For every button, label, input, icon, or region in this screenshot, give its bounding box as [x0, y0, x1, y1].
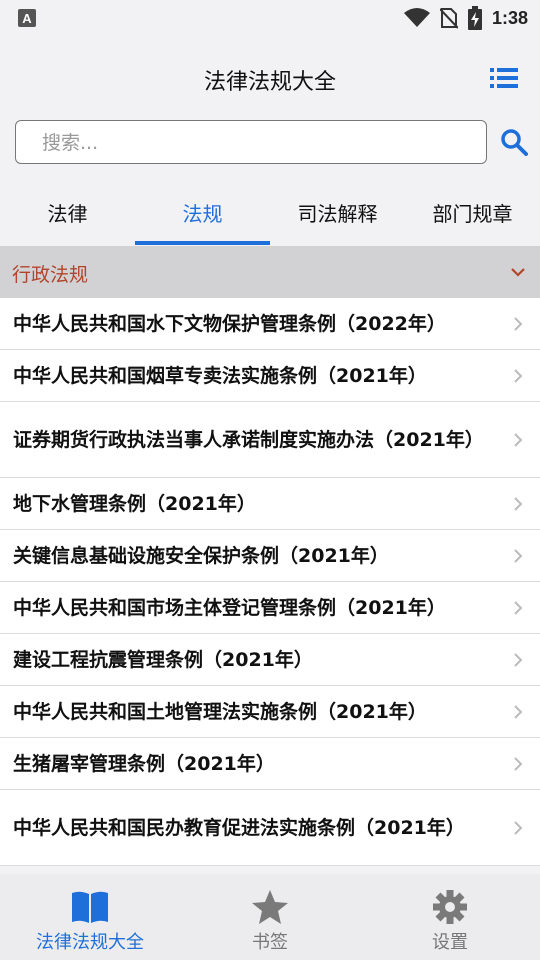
battery-charging-icon: [467, 6, 482, 30]
chevron-right-icon: [514, 652, 523, 667]
list-item[interactable]: 建设工程抗震管理条例（2021年）: [0, 634, 540, 686]
app-bar: 法律法规大全: [0, 36, 540, 120]
list-item-title: 建设工程抗震管理条例（2021年）: [13, 648, 313, 671]
no-sim-icon: [439, 8, 458, 29]
list-item[interactable]: 中华人民共和国水下文物保护管理条例（2022年）: [0, 298, 540, 350]
list-menu-icon[interactable]: [490, 66, 518, 90]
list-item-title: 中华人民共和国烟草专卖法实施条例（2021年）: [13, 364, 427, 387]
tab-department-rules[interactable]: 部门规章: [405, 180, 540, 245]
status-time: 1:38: [491, 7, 528, 28]
star-icon: [252, 890, 288, 924]
nav-label: 法律法规大全: [36, 932, 144, 953]
list-item[interactable]: 关键信息基础设施安全保护条例（2021年）: [0, 530, 540, 582]
status-bar: A 1:38: [0, 0, 540, 36]
tab-judicial-interpretation[interactable]: 司法解释: [270, 180, 405, 245]
tab-law[interactable]: 法律: [0, 180, 135, 245]
search-box: [15, 120, 487, 165]
regulation-list: 中华人民共和国水下文物保护管理条例（2022年） 中华人民共和国烟草专卖法实施条…: [0, 298, 540, 866]
nav-bookmarks[interactable]: 书签: [180, 874, 360, 960]
chevron-right-icon: [514, 316, 523, 331]
list-item-title: 中华人民共和国市场主体登记管理条例（2021年）: [13, 596, 446, 619]
list-item[interactable]: 地下水管理条例（2021年）: [0, 478, 540, 530]
chevron-right-icon: [514, 496, 523, 511]
list-item[interactable]: 生猪屠宰管理条例（2021年）: [0, 738, 540, 790]
nav-settings[interactable]: 设置: [360, 874, 540, 960]
nav-label: 设置: [432, 932, 468, 953]
section-title: 行政法规: [12, 264, 89, 286]
list-item-title: 地下水管理条例（2021年）: [13, 492, 256, 515]
app-notification-icon: A: [18, 9, 36, 27]
list-item-title: 证券期货行政执法当事人承诺制度实施办法（2021年）: [13, 428, 484, 451]
wifi-icon: [403, 8, 430, 27]
list-item[interactable]: 中华人民共和国民办教育促进法实施条例（2021年）: [0, 790, 540, 866]
chevron-down-icon: [511, 268, 525, 277]
search-icon[interactable]: [500, 128, 528, 156]
list-item[interactable]: 中华人民共和国市场主体登记管理条例（2021年）: [0, 582, 540, 634]
chevron-right-icon: [514, 756, 523, 771]
list-item[interactable]: 中华人民共和国土地管理法实施条例（2021年）: [0, 686, 540, 738]
bottom-navigation: 法律法规大全 书签 设置: [0, 874, 540, 960]
chevron-right-icon: [514, 820, 523, 835]
category-tabs: 法律 法规 司法解释 部门规章: [0, 180, 540, 245]
nav-label: 书签: [252, 932, 288, 953]
chevron-right-icon: [514, 368, 523, 383]
list-item-title: 中华人民共和国土地管理法实施条例（2021年）: [13, 700, 427, 723]
list-item-title: 生猪屠宰管理条例（2021年）: [13, 752, 275, 775]
book-icon: [72, 891, 108, 923]
page-title: 法律法规大全: [203, 70, 336, 95]
chevron-right-icon: [514, 548, 523, 563]
list-item[interactable]: 证券期货行政执法当事人承诺制度实施办法（2021年）: [0, 402, 540, 478]
svg-text:A: A: [22, 11, 32, 26]
chevron-right-icon: [514, 432, 523, 447]
gear-icon: [433, 890, 467, 924]
chevron-right-icon: [514, 704, 523, 719]
list-item-title: 中华人民共和国水下文物保护管理条例（2022年）: [13, 312, 446, 335]
nav-law-database[interactable]: 法律法规大全: [0, 874, 180, 960]
list-item[interactable]: 中华人民共和国烟草专卖法实施条例（2021年）: [0, 350, 540, 402]
chevron-right-icon: [514, 600, 523, 615]
section-header[interactable]: 行政法规: [0, 246, 540, 298]
list-item-title: 中华人民共和国民办教育促进法实施条例（2021年）: [13, 816, 465, 839]
tab-regulation[interactable]: 法规: [135, 180, 270, 245]
list-item-title: 关键信息基础设施安全保护条例（2021年）: [13, 544, 389, 567]
search-input[interactable]: [40, 121, 464, 165]
